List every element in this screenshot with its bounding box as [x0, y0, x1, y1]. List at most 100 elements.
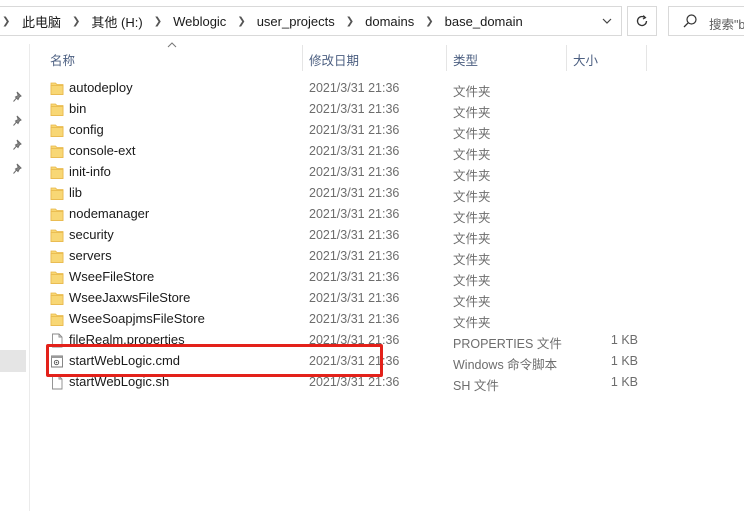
address-bar-row: ❯ 此电脑 ❯ 其他 (H:) ❯ Weblogic ❯ user_projec…: [0, 0, 744, 44]
search-placeholder: 搜索"b: [709, 18, 744, 32]
search-input[interactable]: 搜索"b: [668, 6, 744, 36]
list-item[interactable]: console-ext 2021/3/31 21:36 文件夹: [44, 141, 646, 162]
file-type: SH 文件: [453, 379, 499, 393]
nav-selected-item[interactable]: [0, 350, 26, 372]
breadcrumb: 此电脑 ❯ 其他 (H:) ❯ Weblogic ❯ user_projects…: [20, 7, 525, 35]
file-date: 2021/3/31 21:36: [309, 144, 400, 158]
folder-icon: [50, 165, 64, 180]
chevron-right-icon[interactable]: ❯: [337, 16, 363, 27]
list-item[interactable]: init-info 2021/3/31 21:36 文件夹: [44, 162, 646, 183]
list-item[interactable]: fileRealm.properties 2021/3/31 21:36 PRO…: [44, 330, 646, 351]
folder-icon: [50, 312, 64, 327]
list-item[interactable]: config 2021/3/31 21:36 文件夹: [44, 120, 646, 141]
list-item[interactable]: autodeploy 2021/3/31 21:36 文件夹: [44, 78, 646, 99]
file-date: 2021/3/31 21:36: [309, 270, 400, 284]
column-divider[interactable]: [302, 45, 303, 71]
pin-icon[interactable]: [12, 115, 24, 127]
list-item[interactable]: servers 2021/3/31 21:36 文件夹: [44, 246, 646, 267]
list-item[interactable]: WseeFileStore 2021/3/31 21:36 文件夹: [44, 267, 646, 288]
file-type: 文件夹: [453, 253, 491, 267]
pin-icon[interactable]: [12, 139, 24, 151]
refresh-button[interactable]: [627, 6, 657, 36]
file-date: 2021/3/31 21:36: [309, 333, 400, 347]
chevron-right-icon[interactable]: ❯: [2, 16, 10, 27]
file-type: 文件夹: [453, 274, 491, 288]
file-name: fileRealm.properties: [69, 332, 185, 347]
file-type: Windows 命令脚本: [453, 358, 558, 372]
list-item[interactable]: WseeJaxwsFileStore 2021/3/31 21:36 文件夹: [44, 288, 646, 309]
breadcrumb-item-drive-h[interactable]: 其他 (H:): [89, 12, 144, 31]
file-type: PROPERTIES 文件: [453, 337, 562, 351]
list-item[interactable]: security 2021/3/31 21:36 文件夹: [44, 225, 646, 246]
file-name: init-info: [69, 164, 111, 179]
file-size: 1 KB: [610, 354, 638, 368]
chevron-right-icon[interactable]: ❯: [63, 16, 89, 27]
breadcrumb-item-user-projects[interactable]: user_projects: [255, 14, 337, 29]
breadcrumb-item-domains[interactable]: domains: [363, 14, 416, 29]
file-name: WseeSoapjmsFileStore: [69, 311, 205, 326]
file-date: 2021/3/31 21:36: [309, 375, 400, 389]
column-divider[interactable]: [646, 45, 647, 71]
chevron-right-icon[interactable]: ❯: [145, 16, 171, 27]
list-item[interactable]: nodemanager 2021/3/31 21:36 文件夹: [44, 204, 646, 225]
chevron-down-icon[interactable]: [596, 13, 618, 29]
file-date: 2021/3/31 21:36: [309, 102, 400, 116]
pin-icon[interactable]: [12, 91, 24, 103]
file-name: nodemanager: [69, 206, 150, 221]
file-icon: [50, 333, 64, 348]
folder-icon: [50, 270, 64, 285]
navigation-pane: [0, 44, 30, 511]
file-name: bin: [69, 101, 87, 116]
file-type: 文件夹: [453, 316, 491, 330]
breadcrumb-item-this-pc[interactable]: 此电脑: [20, 12, 63, 31]
file-name: startWebLogic.sh: [69, 374, 170, 389]
file-date: 2021/3/31 21:36: [309, 354, 400, 368]
address-bar[interactable]: ❯ 此电脑 ❯ 其他 (H:) ❯ Weblogic ❯ user_projec…: [0, 6, 622, 36]
search-icon: [683, 14, 697, 28]
list-item[interactable]: startWebLogic.cmd 2021/3/31 21:36 Window…: [44, 351, 646, 372]
list-item[interactable]: bin 2021/3/31 21:36 文件夹: [44, 99, 646, 120]
folder-icon: [50, 228, 64, 243]
file-type: 文件夹: [453, 190, 491, 204]
breadcrumb-item-base-domain[interactable]: base_domain: [443, 14, 525, 29]
pin-icon[interactable]: [12, 163, 24, 175]
file-date: 2021/3/31 21:36: [309, 165, 400, 179]
list-item[interactable]: WseeSoapjmsFileStore 2021/3/31 21:36 文件夹: [44, 309, 646, 330]
file-type: 文件夹: [453, 169, 491, 183]
chevron-right-icon[interactable]: ❯: [228, 16, 254, 27]
file-name: config: [69, 122, 104, 137]
column-header-name[interactable]: 名称: [50, 50, 75, 69]
file-name: console-ext: [69, 143, 136, 158]
file-date: 2021/3/31 21:36: [309, 81, 400, 95]
column-header-size[interactable]: 大小: [573, 50, 598, 69]
file-name: WseeJaxwsFileStore: [69, 290, 191, 305]
file-type: 文件夹: [453, 211, 491, 225]
file-date: 2021/3/31 21:36: [309, 291, 400, 305]
file-name: servers: [69, 248, 112, 263]
cmd-script-icon: [50, 354, 64, 369]
column-header-modified[interactable]: 修改日期: [309, 50, 359, 69]
breadcrumb-item-weblogic[interactable]: Weblogic: [171, 14, 228, 29]
refresh-icon: [636, 15, 648, 27]
file-type: 文件夹: [453, 295, 491, 309]
file-type: 文件夹: [453, 127, 491, 141]
file-size: 1 KB: [610, 375, 638, 389]
folder-icon: [50, 81, 64, 96]
column-divider[interactable]: [446, 45, 447, 71]
file-type: 文件夹: [453, 148, 491, 162]
folder-icon: [50, 144, 64, 159]
folder-icon: [50, 186, 64, 201]
chevron-right-icon[interactable]: ❯: [416, 16, 442, 27]
list-item[interactable]: startWebLogic.sh 2021/3/31 21:36 SH 文件 1…: [44, 372, 646, 393]
column-divider[interactable]: [566, 45, 567, 71]
file-date: 2021/3/31 21:36: [309, 312, 400, 326]
file-name: lib: [69, 185, 83, 200]
sort-ascending-icon: [167, 42, 177, 48]
file-name: autodeploy: [69, 80, 133, 95]
folder-icon: [50, 207, 64, 222]
column-header-type[interactable]: 类型: [453, 50, 478, 69]
file-date: 2021/3/31 21:36: [309, 207, 400, 221]
file-date: 2021/3/31 21:36: [309, 123, 400, 137]
folder-icon: [50, 291, 64, 306]
list-item[interactable]: lib 2021/3/31 21:36 文件夹: [44, 183, 646, 204]
